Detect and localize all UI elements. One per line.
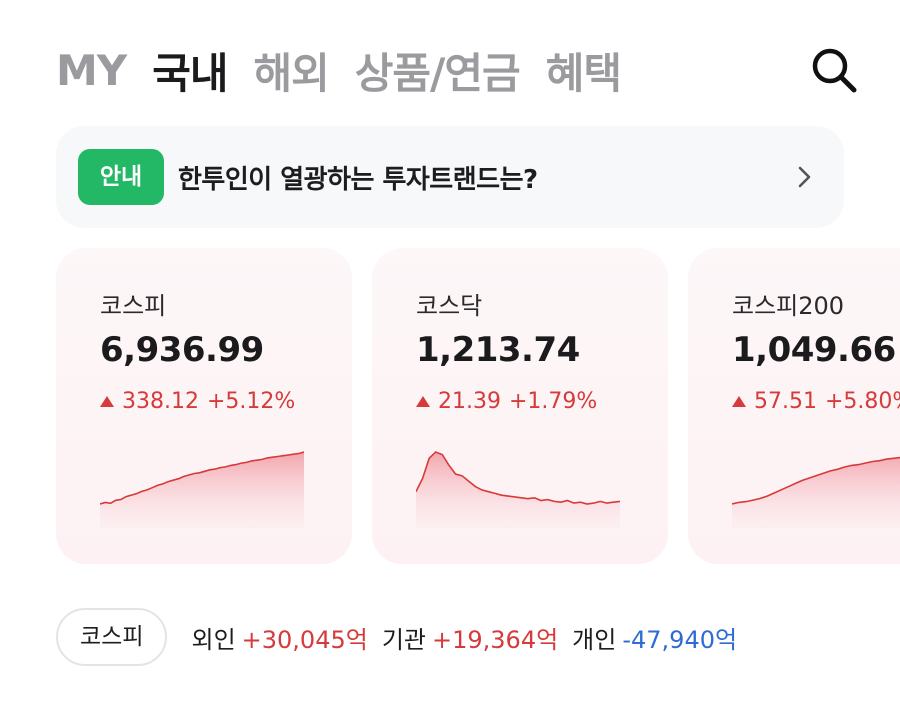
notice-badge: 안내	[78, 149, 164, 205]
institution-label: 기관	[381, 625, 426, 654]
index-name: 코스닥	[416, 292, 483, 320]
search-icon	[812, 48, 857, 93]
sparkline-area	[416, 452, 620, 528]
index-value: 6,936.99	[100, 330, 264, 370]
tab-benefits[interactable]: 혜택	[546, 40, 622, 101]
index-name: 코스피200	[732, 292, 845, 320]
index-change-amount: 338.12	[122, 389, 199, 414]
foreign-value: +30,045억	[241, 625, 368, 654]
index-card-kospi[interactable]: 코스피 6,936.99 338.12 +5.12%	[56, 248, 352, 564]
index-sparkline	[100, 451, 304, 528]
individual-value: -47,940억	[622, 625, 738, 654]
index-change: 338.12 +5.12%	[100, 389, 295, 414]
sparkline-area	[100, 452, 304, 528]
index-change-amount: 21.39	[438, 389, 501, 414]
index-card-kospi200[interactable]: 코스피200 1,049.66 57.51 +5.80%	[688, 248, 900, 564]
investor-flow: 코스피 외인 +30,045억 기관 +19,364억 개인 -47,940억	[56, 608, 751, 666]
up-triangle-icon	[416, 396, 430, 407]
tab-overseas[interactable]: 해외	[254, 40, 330, 101]
notice-text: 한투인이 열광하는 투자트랜드는?	[178, 165, 538, 195]
index-change-pct: +5.12%	[206, 389, 296, 414]
up-triangle-icon	[100, 396, 114, 407]
market-tabs: MY 국내 해외 상품/연금 혜택	[56, 40, 622, 101]
index-card-carousel[interactable]: 코스피 6,936.99 338.12 +5.12% 코스닥 1,213.74 …	[0, 248, 900, 564]
foreign-label: 외인	[191, 625, 236, 654]
index-sparkline	[416, 451, 620, 528]
institution-value: +19,364억	[432, 625, 559, 654]
index-change: 57.51 +5.80%	[732, 389, 900, 414]
index-sparkline	[732, 456, 900, 528]
tab-my[interactable]: MY	[56, 46, 127, 95]
index-value: 1,049.66	[732, 330, 896, 370]
index-change-pct: +1.79%	[508, 389, 598, 414]
market-select-chip[interactable]: 코스피	[56, 608, 168, 666]
tab-domestic[interactable]: 국내	[152, 40, 228, 101]
search-button[interactable]	[808, 44, 860, 96]
index-value: 1,213.74	[416, 330, 580, 370]
index-name: 코스피	[100, 292, 167, 320]
tab-products-pension[interactable]: 상품/연금	[355, 40, 521, 101]
sparkline-area	[732, 457, 900, 528]
chevron-right-icon	[798, 166, 811, 188]
up-triangle-icon	[732, 396, 746, 407]
index-change-amount: 57.51	[754, 389, 817, 414]
index-change: 21.39 +1.79%	[416, 389, 597, 414]
index-card-kosdaq[interactable]: 코스닥 1,213.74 21.39 +1.79%	[372, 248, 668, 564]
index-change-pct: +5.80%	[824, 389, 900, 414]
notice-banner[interactable]: 안내 한투인이 열광하는 투자트랜드는?	[56, 126, 844, 228]
individual-label: 개인	[572, 625, 617, 654]
